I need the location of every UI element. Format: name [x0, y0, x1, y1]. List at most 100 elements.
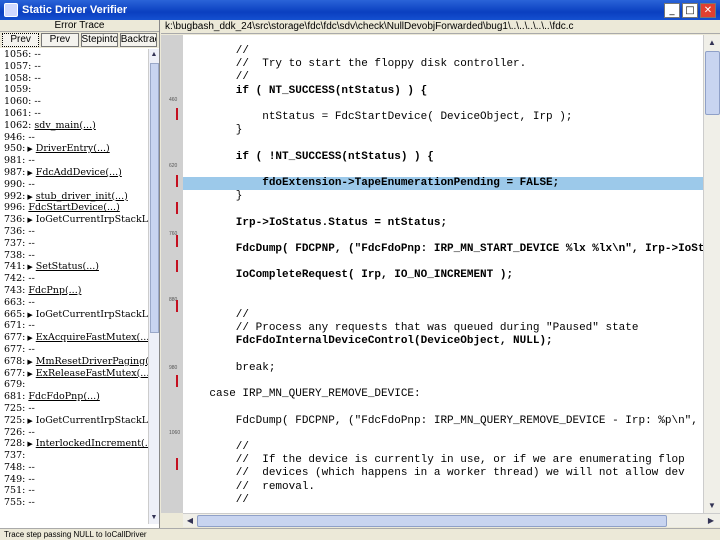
expand-arrow-icon[interactable]: ▶	[27, 263, 32, 271]
trace-row[interactable]: 1059:	[0, 84, 148, 96]
code-line[interactable]: // Process any requests that was queued …	[183, 322, 703, 335]
trace-row[interactable]: 981: --	[0, 155, 148, 167]
trace-row[interactable]: 743: FdcPnp(...)	[0, 285, 148, 297]
code-line[interactable]: FdcDump( FDCPNP, ("FdcFdoPnp: IRP_MN_QUE…	[183, 415, 703, 428]
code-line[interactable]	[183, 164, 703, 177]
trace-row[interactable]: 738: --	[0, 250, 148, 262]
expand-arrow-icon[interactable]: ▶	[27, 358, 32, 366]
expand-arrow-icon[interactable]: ▶	[27, 169, 32, 177]
source-code-view[interactable]: // // Try to start the floppy disk contr…	[183, 35, 703, 513]
trace-row[interactable]: 992: ▶ stub_driver_init(...)	[0, 191, 148, 203]
code-line[interactable]: // removal.	[183, 481, 703, 494]
highlighted-code-line[interactable]: fdoExtension->TapeEnumerationPending = F…	[183, 177, 703, 190]
trace-scroll-thumb[interactable]	[150, 63, 159, 333]
close-button[interactable]: ✕	[700, 2, 716, 18]
trace-row[interactable]: 749: --	[0, 474, 148, 486]
trace-row[interactable]: 678:▶MmResetDriverPaging(...)	[0, 356, 148, 368]
code-line[interactable]: //	[183, 45, 703, 58]
code-line[interactable]: //	[183, 441, 703, 454]
breakpoint-marker[interactable]	[176, 202, 178, 214]
trace-row[interactable]: 677: ▶ ExAcquireFastMutex(...)	[0, 332, 148, 344]
breakpoint-marker[interactable]	[176, 300, 178, 312]
expand-arrow-icon[interactable]: ▶	[27, 311, 32, 319]
scroll-up-arrow-icon[interactable]: ▲	[704, 35, 720, 50]
trace-row[interactable]: 677: --	[0, 344, 148, 356]
trace-row[interactable]: 725: --	[0, 403, 148, 415]
trace-row[interactable]: 677: ▶ ExReleaseFastMutex(...)	[0, 368, 148, 380]
trace-row[interactable]: 728: ▶ InterlockedIncrement(...)	[0, 438, 148, 450]
trace-row[interactable]: 748: --	[0, 462, 148, 474]
expand-arrow-icon[interactable]: ▶	[27, 334, 32, 342]
code-line[interactable]	[183, 296, 703, 309]
code-vertical-scrollbar[interactable]: ▲ ▼	[703, 35, 720, 513]
scroll-down-arrow-icon[interactable]: ▼	[704, 498, 720, 513]
trace-row[interactable]: 726: --	[0, 427, 148, 439]
code-line[interactable]	[183, 375, 703, 388]
trace-row[interactable]: 679:	[0, 379, 148, 391]
trace-list[interactable]: 1056: -- 1057: -- 1058: -- 1059: 1060: -- 10…	[0, 49, 148, 524]
trace-row[interactable]: 1056: --	[0, 49, 148, 61]
code-line[interactable]: IoCompleteRequest( Irp, IO_NO_INCREMENT …	[183, 269, 703, 282]
code-line[interactable]	[183, 349, 703, 362]
breakpoint-marker[interactable]	[176, 235, 178, 247]
prev-button-1[interactable]: Prev	[2, 33, 40, 47]
expand-arrow-icon[interactable]: ▶	[27, 145, 32, 153]
code-line[interactable]: //	[183, 309, 703, 322]
code-line[interactable]	[183, 256, 703, 269]
trace-row[interactable]: 950: ▶ DriverEntry(...)	[0, 143, 148, 155]
expand-arrow-icon[interactable]: ▶	[27, 193, 32, 201]
breakpoint-marker[interactable]	[176, 108, 178, 120]
trace-row[interactable]: 990: --	[0, 179, 148, 191]
expand-arrow-icon[interactable]: ▶	[27, 216, 32, 224]
scroll-left-arrow-icon[interactable]: ◀	[183, 514, 197, 528]
trace-row[interactable]: 946: --	[0, 132, 148, 144]
code-line[interactable]: if ( NT_SUCCESS(ntStatus) ) {	[183, 85, 703, 98]
backtrack-button[interactable]: Backtrack	[119, 33, 157, 47]
breakpoint-marker[interactable]	[176, 458, 178, 470]
breakpoint-marker[interactable]	[176, 375, 178, 387]
code-line[interactable]	[183, 283, 703, 296]
code-line[interactable]	[183, 203, 703, 216]
code-line[interactable]: Irp->IoStatus.Status = ntStatus;	[183, 217, 703, 230]
trace-row[interactable]: 987: ▶ FdcAddDevice(...)	[0, 167, 148, 179]
code-line[interactable]: if ( !NT_SUCCESS(ntStatus) ) {	[183, 151, 703, 164]
stepinto-button[interactable]: Stepinto	[80, 33, 118, 47]
breakpoint-marker[interactable]	[176, 260, 178, 272]
code-line[interactable]	[183, 428, 703, 441]
trace-row[interactable]: 737:	[0, 450, 148, 462]
maximize-button[interactable]: □	[682, 2, 698, 18]
code-line[interactable]: ntStatus = FdcStartDevice( DeviceObject,…	[183, 111, 703, 124]
trace-row[interactable]: 671: --	[0, 320, 148, 332]
code-line[interactable]: // Try to start the floppy disk controll…	[183, 58, 703, 71]
code-line[interactable]: break;	[183, 362, 703, 375]
code-line[interactable]: }	[183, 190, 703, 203]
trace-row[interactable]: 663: --	[0, 297, 148, 309]
trace-row[interactable]: 1057: --	[0, 61, 148, 73]
scroll-right-arrow-icon[interactable]: ▶	[704, 514, 718, 528]
trace-row[interactable]: 1061: --	[0, 108, 148, 120]
scroll-down-arrow-icon[interactable]: ▼	[149, 512, 159, 524]
code-line[interactable]	[183, 98, 703, 111]
expand-arrow-icon[interactable]: ▶	[27, 417, 32, 425]
code-line[interactable]	[183, 401, 703, 414]
code-line[interactable]: // devices (which happens in a worker th…	[183, 467, 703, 480]
code-line[interactable]: case IRP_MN_QUERY_REMOVE_DEVICE:	[183, 388, 703, 401]
trace-row[interactable]: 736: ▶ IoGetCurrentIrpStackLoc	[0, 214, 148, 226]
expand-arrow-icon[interactable]: ▶	[27, 440, 32, 448]
code-hscroll-thumb[interactable]	[197, 515, 667, 527]
code-line[interactable]	[183, 230, 703, 243]
trace-row[interactable]: 755: --	[0, 497, 148, 509]
scroll-up-arrow-icon[interactable]: ▲	[149, 49, 159, 61]
trace-row[interactable]: 996: FdcStartDevice(...)	[0, 202, 148, 214]
trace-row[interactable]: 736: --	[0, 226, 148, 238]
trace-row[interactable]: 665: ▶ IoGetCurrentIrpStackLoc	[0, 309, 148, 321]
code-line[interactable]: // If the device is currently in use, or…	[183, 454, 703, 467]
code-line[interactable]: //	[183, 71, 703, 84]
trace-scrollbar[interactable]: ▲ ▼	[148, 49, 159, 524]
trace-row[interactable]: 725: ▶ IoGetCurrentIrpStackLoc	[0, 415, 148, 427]
code-line[interactable]: FdcFdoInternalDeviceControl(DeviceObject…	[183, 335, 703, 348]
code-line[interactable]: }	[183, 124, 703, 137]
code-line[interactable]	[183, 137, 703, 150]
trace-row[interactable]: 751: --	[0, 485, 148, 497]
code-vscroll-thumb[interactable]	[705, 51, 720, 115]
